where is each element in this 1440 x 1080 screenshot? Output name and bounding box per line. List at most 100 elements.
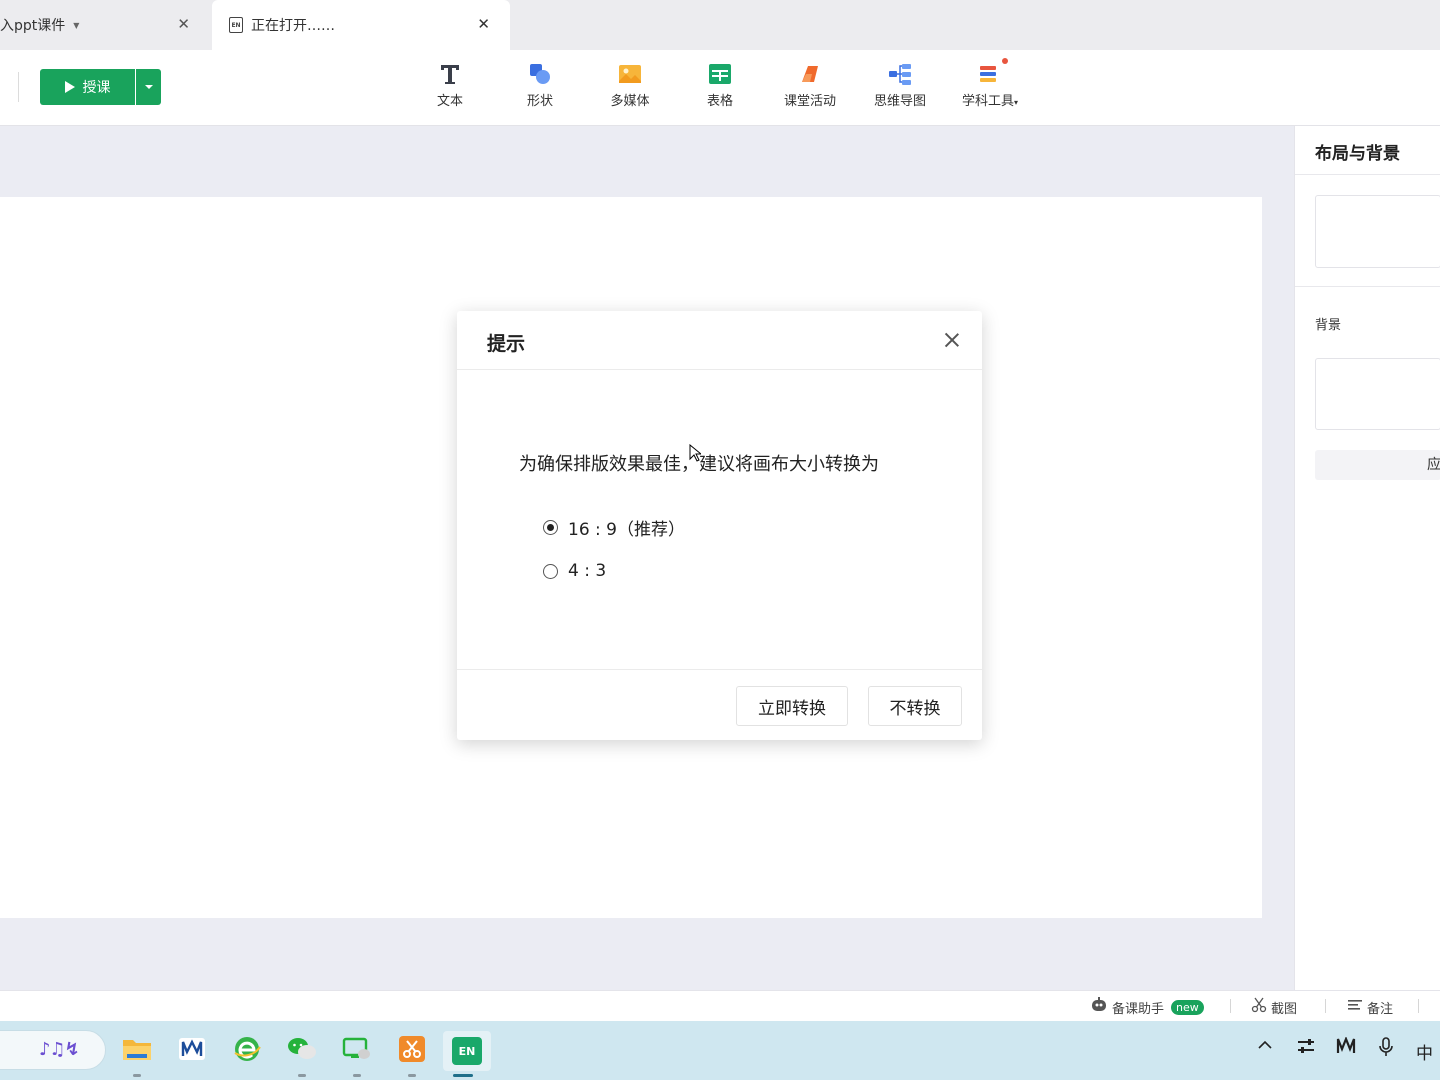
divider: [1325, 999, 1326, 1013]
divider: [457, 369, 982, 370]
notes-icon: [1347, 997, 1363, 1017]
screenshot-label: 截图: [1271, 1001, 1298, 1017]
apply-button[interactable]: 应: [1315, 450, 1440, 480]
tab-opening[interactable]: EN 正在打开…… ✕: [212, 0, 510, 50]
taskbar-scissors-app[interactable]: [392, 1031, 432, 1077]
taskbar-wechat[interactable]: [282, 1031, 322, 1077]
subject-tools-icon: [978, 58, 1008, 86]
option-4-3[interactable]: 4 : 3: [543, 561, 606, 581]
panel-title: 布局与背景: [1315, 144, 1400, 164]
taskbar-search[interactable]: ♪♫↯: [0, 1030, 106, 1070]
teach-label: 授课: [82, 80, 111, 96]
input-method-indicator[interactable]: 中: [1416, 1039, 1433, 1064]
tool-activity[interactable]: 课堂活动: [765, 62, 855, 114]
taskbar-screen-share[interactable]: [337, 1031, 377, 1077]
app-m-icon: [178, 1037, 206, 1065]
close-icon[interactable]: ✕: [477, 15, 490, 33]
browser-icon: [233, 1035, 261, 1067]
chevron-down-icon: [144, 85, 153, 89]
radio-4-3[interactable]: [543, 563, 558, 579]
tool-label-wrap: 学科工具▾: [962, 90, 1018, 109]
text-icon: [438, 62, 462, 86]
close-icon[interactable]: [940, 328, 964, 352]
tool-label: 学科工具: [961, 94, 1014, 109]
teach-dropdown-button[interactable]: [136, 69, 161, 105]
close-icon[interactable]: ✕: [177, 15, 190, 33]
taskbar-browser[interactable]: [227, 1031, 267, 1071]
tool-mindmap[interactable]: 思维导图: [855, 62, 945, 114]
option-16-9[interactable]: 16 : 9（推荐）: [543, 515, 685, 540]
status-bar: 备课助手 new 截图 备注: [0, 990, 1440, 1021]
divider: [1295, 174, 1440, 175]
mindmap-icon: [888, 62, 912, 86]
tool-label: 表格: [706, 94, 733, 109]
table-icon: [708, 62, 732, 86]
divider: [1295, 286, 1440, 287]
taskbar-file-explorer[interactable]: [117, 1031, 157, 1077]
tool-shape[interactable]: 形状: [495, 62, 585, 114]
notes-button[interactable]: 备注: [1347, 997, 1393, 1017]
divider: [1230, 999, 1231, 1013]
tool-text[interactable]: 文本: [405, 62, 495, 114]
scissors-app-icon: [398, 1035, 426, 1067]
mouse-cursor-icon: [689, 444, 701, 462]
taskbar-en-app[interactable]: EN: [443, 1031, 491, 1077]
tab-ppt-courseware[interactable]: 入ppt课件 ▼ ✕: [0, 0, 210, 50]
running-indicator: [408, 1074, 416, 1077]
en-app-icon: EN: [452, 1037, 482, 1065]
notes-label: 备注: [1367, 1001, 1394, 1017]
assistant-label: 备课助手: [1112, 1001, 1165, 1017]
divider: [457, 669, 982, 670]
tool-label: 思维导图: [873, 94, 926, 109]
tool-media[interactable]: 多媒体: [585, 62, 675, 114]
dialog-title: 提示: [487, 333, 526, 355]
teach-button[interactable]: 授课: [40, 69, 135, 105]
screenshot-button[interactable]: 截图: [1251, 997, 1297, 1017]
lesson-assistant-button[interactable]: 备课助手 new: [1090, 997, 1204, 1017]
chevron-down-icon[interactable]: ▼: [73, 21, 79, 30]
option-label: 16 : 9（推荐）: [568, 520, 685, 540]
tool-label: 文本: [436, 94, 463, 109]
tool-subject-tools[interactable]: 学科工具▾: [945, 58, 1035, 114]
background-preview[interactable]: [1315, 358, 1440, 430]
background-label: 背景: [1315, 318, 1342, 333]
canvas-resize-dialog: 提示 为确保排版效果最佳，建议将画布大小转换为 16 : 9（推荐） 4 : 3…: [457, 311, 982, 740]
scissors-icon: [1251, 997, 1267, 1017]
running-indicator: [133, 1074, 141, 1077]
taskbar: ♪♫↯ EN 中: [0, 1021, 1440, 1080]
notification-dot: [1002, 58, 1008, 64]
activity-icon: [798, 62, 822, 86]
chevron-down-icon[interactable]: ▾: [1014, 98, 1018, 107]
layout-background-panel: 布局与背景 背景 应: [1294, 126, 1440, 990]
tool-label: 形状: [526, 94, 553, 109]
running-indicator: [298, 1074, 306, 1077]
divider: [1418, 999, 1419, 1013]
convert-now-button[interactable]: 立即转换: [736, 686, 848, 726]
tab-label: 入ppt课件: [0, 18, 66, 34]
screen-share-icon: [342, 1036, 372, 1066]
wechat-icon: [287, 1036, 317, 1066]
microphone-icon[interactable]: [1378, 1037, 1394, 1061]
radio-16-9[interactable]: [543, 520, 558, 535]
play-icon: [64, 81, 75, 93]
no-convert-button[interactable]: 不转换: [868, 686, 962, 726]
document-icon: EN: [229, 17, 243, 33]
robot-icon: [1090, 997, 1108, 1017]
folder-icon: [122, 1036, 152, 1066]
tab-label: 正在打开……: [251, 18, 335, 34]
new-badge: new: [1171, 999, 1204, 1015]
taskbar-app-m[interactable]: [172, 1031, 212, 1071]
toolbar: 授课 文本 形状 多媒体 表格 课堂活动 思维导图 学科工具▾: [0, 50, 1440, 126]
search-art-icon: ♪♫↯: [39, 1039, 80, 1060]
running-indicator: [353, 1074, 361, 1077]
divider: [18, 72, 19, 102]
tool-label: 课堂活动: [783, 94, 836, 109]
app-m-tray-icon[interactable]: [1336, 1036, 1356, 1059]
media-icon: [618, 62, 642, 86]
tool-table[interactable]: 表格: [675, 62, 765, 114]
chevron-up-icon[interactable]: [1257, 1037, 1273, 1057]
shape-icon: [528, 62, 552, 86]
option-label: 4 : 3: [568, 561, 607, 581]
settings-sliders-icon[interactable]: [1297, 1037, 1315, 1059]
layout-preview[interactable]: [1315, 195, 1440, 268]
